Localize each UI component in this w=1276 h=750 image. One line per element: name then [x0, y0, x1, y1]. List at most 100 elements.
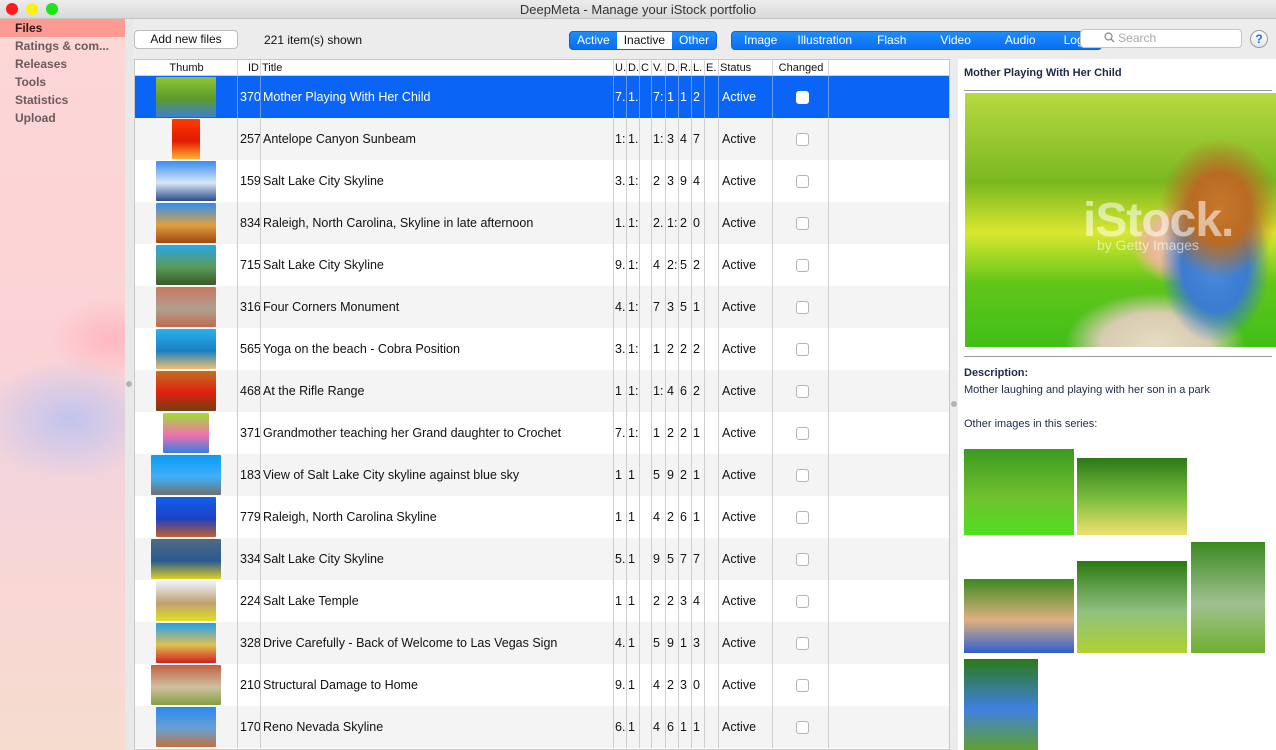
thumb-cell — [135, 244, 238, 286]
stat-cell — [705, 370, 719, 412]
status-cell: Active — [719, 118, 773, 160]
series-thumbnail-daughter-on-fathers-shoulders[interactable] — [1191, 542, 1265, 653]
minimize-window-button[interactable] — [26, 3, 38, 15]
stat-cell: 7 — [679, 538, 692, 580]
add-new-files-button[interactable]: Add new files — [134, 30, 238, 49]
table-row[interactable]: 779 Raleigh, North Carolina Skyline 1 1 4 2 6 1… — [135, 496, 949, 538]
thumb-cell — [135, 538, 238, 580]
column-header-c-5[interactable]: C — [640, 60, 652, 76]
changed-checkbox[interactable] — [796, 553, 809, 567]
type-filter-video[interactable]: Video — [923, 32, 987, 49]
column-header-thumb-0[interactable]: Thumb — [135, 60, 238, 76]
changed-checkbox[interactable] — [796, 511, 809, 525]
thumbnail-image — [151, 539, 221, 579]
table-row[interactable]: 183 View of Salt Lake City skyline agains… — [135, 454, 949, 496]
type-filter-flash[interactable]: Flash — [860, 32, 923, 49]
column-header-changed-12[interactable]: Changed — [773, 60, 829, 76]
stat-cell: 4 — [652, 664, 666, 706]
changed-checkbox[interactable] — [796, 679, 809, 693]
thumb-cell — [135, 328, 238, 370]
table-row[interactable]: 334 Salt Lake City Skyline 5. 1 9 5 7 7 Active — [135, 538, 949, 580]
stat-cell: 9 — [679, 160, 692, 202]
status-cell: Active — [719, 580, 773, 622]
detail-splitter-handle-icon[interactable] — [951, 401, 957, 407]
table-row[interactable]: 468 At the Rifle Range 1 1: 1: 4 6 2 Active — [135, 370, 949, 412]
stat-cell — [705, 76, 719, 118]
stat-cell — [640, 118, 652, 160]
type-filter-illustration[interactable]: Illustration — [789, 32, 860, 49]
changed-checkbox[interactable] — [796, 259, 809, 273]
column-header-u-3[interactable]: U. — [614, 60, 627, 76]
table-row[interactable]: 224 Salt Lake Temple 1 1 2 2 3 4 Active — [135, 580, 949, 622]
stat-cell: 1 — [614, 370, 627, 412]
sidebar-item-files[interactable]: Files — [0, 19, 125, 37]
changed-checkbox[interactable] — [796, 301, 809, 315]
sidebar-item-ratings-com[interactable]: Ratings & com... — [0, 37, 125, 55]
search-input[interactable] — [1118, 31, 1219, 45]
help-button[interactable]: ? — [1250, 30, 1268, 48]
description-text: Mother laughing and playing with her son… — [964, 384, 1210, 396]
type-filter-image[interactable]: Image — [732, 32, 789, 49]
changed-cell — [773, 538, 829, 580]
column-header-r-8[interactable]: R. — [679, 60, 692, 76]
sidebar-item-releases[interactable]: Releases — [0, 55, 125, 73]
table-row[interactable]: 210 Structural Damage to Home 9. 1 4 2 3 0 Activ… — [135, 664, 949, 706]
stat-cell: 1: — [614, 118, 627, 160]
series-thumbnail-family-sitting-on-grass[interactable] — [1077, 458, 1187, 535]
changed-checkbox[interactable] — [796, 91, 809, 105]
changed-checkbox[interactable] — [796, 721, 809, 735]
table-row[interactable]: 715 Salt Lake City Skyline 9. 1: 4 2: 5 2 Active — [135, 244, 949, 286]
column-header-d-7[interactable]: D. — [666, 60, 679, 76]
column-header-e-10[interactable]: E. — [705, 60, 719, 76]
stat-cell: 4. — [614, 286, 627, 328]
filter-active[interactable]: Active — [570, 32, 617, 49]
changed-checkbox[interactable] — [796, 343, 809, 357]
filter-other[interactable]: Other — [672, 32, 716, 49]
status-cell: Active — [719, 202, 773, 244]
table-row[interactable]: 834 Raleigh, North Carolina, Skyline in l… — [135, 202, 949, 244]
table-row[interactable]: 371 Grandmother teaching her Grand daught… — [135, 412, 949, 454]
series-thumbnail-mother-and-baby-with-ball[interactable] — [964, 579, 1074, 653]
column-header-id-1[interactable]: ID — [238, 60, 261, 76]
filter-inactive[interactable]: Inactive — [616, 32, 673, 49]
sidebar-item-upload[interactable]: Upload — [0, 109, 125, 127]
thumbnail-image — [163, 413, 209, 453]
splitter-handle-icon[interactable] — [126, 381, 132, 387]
changed-checkbox[interactable] — [796, 469, 809, 483]
close-window-button[interactable] — [6, 3, 18, 15]
changed-checkbox[interactable] — [796, 175, 809, 189]
changed-checkbox[interactable] — [796, 595, 809, 609]
sidebar-splitter[interactable] — [125, 19, 133, 750]
zoom-window-button[interactable] — [46, 3, 58, 15]
stat-cell: 3 — [679, 664, 692, 706]
thumb-cell — [135, 370, 238, 412]
table-row[interactable]: 316 Four Corners Monument 4. 1: 7 3 5 1 Active — [135, 286, 949, 328]
column-header-v-6[interactable]: V. — [652, 60, 666, 76]
table-row[interactable]: 565 Yoga on the beach - Cobra Position 3. 1… — [135, 328, 949, 370]
column-header-l-9[interactable]: L. — [692, 60, 705, 76]
table-row[interactable]: 159 Salt Lake City Skyline 3. 1: 2 3 9 4 Active — [135, 160, 949, 202]
column-header-d-4[interactable]: D. — [627, 60, 640, 76]
sidebar-item-tools[interactable]: Tools — [0, 73, 125, 91]
changed-checkbox[interactable] — [796, 637, 809, 651]
thumbnail-image — [156, 623, 216, 663]
series-thumbnail-family-reading-in-park[interactable] — [964, 449, 1074, 535]
table-row[interactable]: 257 Antelope Canyon Sunbeam 1: 1. 1: 3 4 7 Activ… — [135, 118, 949, 160]
changed-cell — [773, 496, 829, 538]
series-thumbnail-father-helping-toddler-walk[interactable] — [1077, 561, 1187, 653]
changed-checkbox[interactable] — [796, 217, 809, 231]
changed-checkbox[interactable] — [796, 427, 809, 441]
table-row[interactable]: 170 Reno Nevada Skyline 6. 1 4 6 1 1 Active — [135, 706, 949, 748]
sidebar-item-statistics[interactable]: Statistics — [0, 91, 125, 109]
column-header-title-2[interactable]: Title — [261, 60, 614, 76]
stat-cell: 2 — [666, 664, 679, 706]
column-header-status-11[interactable]: Status — [719, 60, 773, 76]
table-row[interactable]: 370 Mother Playing With Her Child 7. 1. 7: 1 1… — [135, 76, 949, 118]
changed-checkbox[interactable] — [796, 133, 809, 147]
search-field[interactable] — [1080, 29, 1242, 48]
table-row[interactable]: 328 Drive Carefully - Back of Welcome to … — [135, 622, 949, 664]
stat-cell: 1 — [627, 580, 640, 622]
series-thumbnail-mother-lifting-baby[interactable] — [964, 659, 1038, 750]
changed-checkbox[interactable] — [796, 385, 809, 399]
type-filter-audio[interactable]: Audio — [988, 32, 1053, 49]
